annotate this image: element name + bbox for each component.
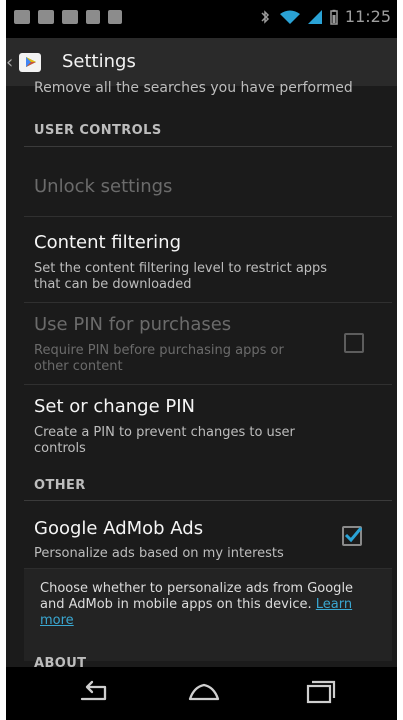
back-icon[interactable] (74, 679, 114, 707)
content-filtering-subtitle: Set the content filtering level to restr… (34, 261, 328, 292)
notification-icons (14, 10, 122, 24)
section-header-other: OTHER (34, 478, 86, 493)
set-change-pin-subtitle: Create a PIN to prevent changes to user … (34, 425, 295, 456)
section-divider (24, 146, 392, 147)
page-title: Settings (62, 51, 136, 72)
checkmark-icon (344, 527, 363, 543)
bluetooth-icon (261, 10, 269, 24)
home-icon[interactable] (184, 679, 224, 707)
battery-icon (330, 9, 338, 25)
download-icon (86, 10, 100, 24)
bag-icon (108, 10, 122, 24)
cut-off-text: Remove all the searches you have perform… (34, 80, 353, 96)
admob-ads-checkbox[interactable] (342, 526, 363, 546)
admob-ads-subtitle: Personalize ads based on my interests (34, 546, 284, 561)
wifi-icon (279, 10, 300, 24)
status-time: 11:25 (344, 7, 391, 26)
section-divider (24, 500, 392, 501)
google-play-icon[interactable] (18, 50, 42, 74)
signal-icon (307, 10, 322, 24)
item-divider (24, 216, 392, 217)
phone-screen: 11:25 ‹ Settings Remove all the searches… (6, 0, 397, 720)
status-right: 11:25 (257, 8, 391, 26)
navigation-bar (6, 667, 397, 720)
use-pin-title: Use PIN for purchases (34, 314, 232, 335)
ads-info-text: Choose whether to personalize ads from G… (40, 581, 380, 629)
status-bar: 11:25 (6, 0, 397, 38)
unlock-settings-title: Unlock settings (34, 176, 173, 197)
ads-info-box: Choose whether to personalize ads from G… (24, 568, 392, 661)
item-divider (24, 302, 392, 303)
gmail-icon (62, 10, 78, 24)
gmail-icon (14, 10, 30, 24)
section-header-user-controls: USER CONTROLS (34, 123, 162, 138)
set-change-pin-title[interactable]: Set or change PIN (34, 396, 195, 417)
content-filtering-title[interactable]: Content filtering (34, 232, 181, 253)
admob-ads-title[interactable]: Google AdMob Ads (34, 518, 203, 539)
item-divider (24, 384, 392, 385)
settings-list[interactable]: Remove all the searches you have perform… (6, 80, 397, 671)
recent-apps-icon[interactable] (298, 679, 338, 707)
use-pin-checkbox (344, 333, 364, 353)
ads-info-body: Choose whether to personalize ads from G… (40, 581, 354, 612)
gmail-icon (38, 10, 54, 24)
use-pin-subtitle: Require PIN before purchasing apps or ot… (34, 343, 284, 374)
up-navigation-icon[interactable]: ‹ (6, 54, 13, 72)
